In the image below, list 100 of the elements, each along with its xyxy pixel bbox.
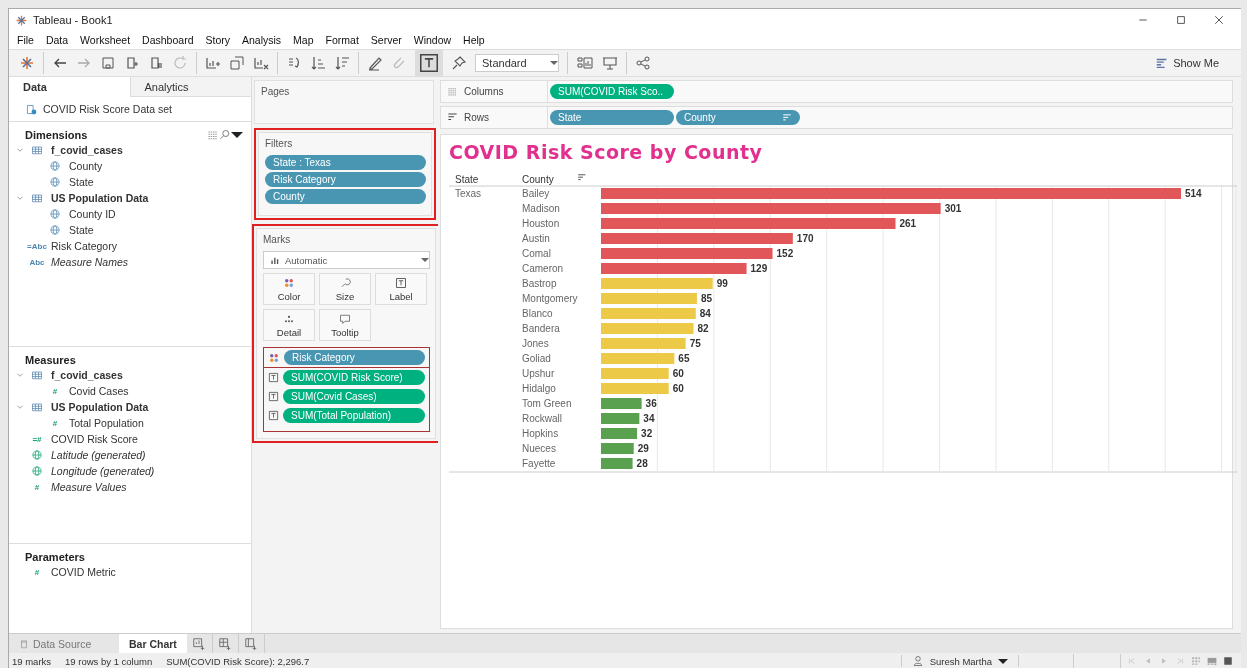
sort-ascending-icon[interactable]	[310, 55, 326, 71]
duplicate-sheet-icon[interactable]	[229, 55, 245, 71]
field-name[interactable]: Latitude (generated)	[51, 449, 146, 461]
list-view-icon[interactable]	[207, 129, 219, 141]
field-name[interactable]: Measure Names	[51, 256, 129, 268]
field-name[interactable]: State	[69, 176, 94, 188]
data-label: 29	[637, 443, 649, 454]
maximize-icon[interactable]	[1175, 14, 1187, 26]
caret-icon	[421, 258, 429, 262]
sort-icon[interactable]	[577, 174, 586, 181]
menu-item[interactable]: Analysis	[236, 34, 288, 46]
row-header: Nueces	[522, 443, 556, 454]
marks-button[interactable]: Tooltip	[319, 309, 371, 341]
table-name[interactable]: US Population Data	[51, 401, 149, 413]
row-header: Hopkins	[522, 428, 559, 439]
user-icon	[911, 655, 924, 667]
menu-item[interactable]: Server	[364, 34, 408, 46]
data-type-icon: Abc	[29, 257, 45, 267]
cards-icon[interactable]	[576, 55, 594, 71]
sheet-tab[interactable]: Bar Chart	[119, 634, 187, 653]
menu-item[interactable]: Window	[407, 34, 458, 46]
menu-item[interactable]: Map	[287, 34, 320, 46]
clear-sheet-icon[interactable]	[253, 55, 269, 71]
data-label: 514	[1185, 188, 1202, 199]
new-story-icon[interactable]	[244, 636, 259, 651]
field-name[interactable]: Covid Cases	[69, 385, 129, 397]
data-type-icon: #	[34, 567, 40, 577]
show-me-button[interactable]: Show Me	[1149, 55, 1225, 71]
share-icon[interactable]	[635, 55, 651, 71]
data-label: 36	[645, 398, 657, 409]
row-header: Houston	[522, 218, 560, 229]
table-name[interactable]: f_covid_cases	[51, 369, 123, 381]
save-icon[interactable]	[100, 55, 116, 71]
data-type-icon: #	[52, 386, 58, 396]
menu-item[interactable]: File	[11, 34, 40, 46]
table-name[interactable]: f_covid_cases	[51, 144, 123, 156]
sort-descending-icon[interactable]	[334, 55, 350, 71]
menu-item[interactable]: Data	[39, 34, 75, 46]
row-header: Comal	[522, 248, 551, 259]
pin-icon[interactable]	[451, 55, 467, 71]
pen-icon[interactable]	[367, 55, 383, 71]
field-name[interactable]: Measure Values	[51, 481, 127, 493]
card-title: Pages	[261, 86, 291, 97]
field-name[interactable]: State	[69, 224, 94, 236]
data-label: 60	[672, 368, 684, 379]
new-dashboard-icon[interactable]	[218, 636, 233, 651]
menu-item[interactable]: Dashboard	[136, 34, 200, 46]
caret-icon[interactable]	[231, 132, 243, 138]
new-data-source-icon[interactable]	[124, 55, 140, 71]
field-name[interactable]: Total Population	[69, 417, 144, 429]
show-labels-icon[interactable]	[415, 49, 443, 77]
data-label: 65	[678, 353, 690, 364]
mark-type-dropdown[interactable]: Automatic	[263, 251, 430, 269]
menu-item[interactable]: Help	[457, 34, 491, 46]
marks-button[interactable]: Detail	[263, 309, 315, 341]
new-worksheet-icon[interactable]	[205, 55, 221, 71]
data-source-icon	[25, 102, 38, 116]
field-name[interactable]: County	[69, 160, 103, 172]
field-name[interactable]: Risk Category	[51, 240, 117, 252]
grid-view-icon[interactable]	[1191, 656, 1201, 666]
fit-dropdown[interactable]: Standard	[475, 54, 559, 72]
presentation-icon[interactable]	[602, 55, 618, 71]
marks-button[interactable]: Color	[263, 273, 315, 305]
menu-item[interactable]: Format	[319, 34, 365, 46]
menu-item[interactable]: Worksheet	[74, 34, 137, 46]
status-text: SUM(COVID Risk Score): 2,296.7	[166, 655, 310, 667]
pause-updates-icon[interactable]	[148, 55, 164, 71]
start-page-icon[interactable]	[19, 55, 35, 71]
marks-button[interactable]: Label	[375, 273, 427, 305]
table-icon	[31, 401, 43, 413]
single-view-icon[interactable]	[1223, 656, 1233, 666]
data-label: 82	[697, 323, 709, 334]
user-menu[interactable]: Suresh Martha	[900, 655, 1019, 667]
field-name[interactable]: COVID Metric	[51, 566, 116, 578]
data-source-name[interactable]: COVID Risk Score Data set	[43, 103, 172, 115]
close-icon[interactable]	[1213, 14, 1225, 26]
table-name[interactable]: US Population Data	[51, 192, 149, 204]
color-dots-icon	[283, 276, 295, 289]
row-header: Fayette	[522, 458, 556, 469]
label-icon	[395, 276, 407, 289]
data-type-icon: =#	[32, 434, 42, 444]
marks-button[interactable]: Size	[319, 273, 371, 305]
new-worksheet-icon[interactable]	[192, 636, 207, 651]
row-header: Upshur	[522, 368, 555, 379]
filmstrip-view-icon[interactable]	[1207, 656, 1217, 666]
pane-tab[interactable]: Data	[9, 77, 131, 97]
menu-item[interactable]: Story	[199, 34, 236, 46]
field-name[interactable]: COVID Risk Score	[51, 433, 138, 445]
paperclip-icon[interactable]	[391, 55, 407, 71]
section-title: Parameters	[25, 551, 86, 563]
card-title: Marks	[263, 234, 292, 245]
card-title: Filters	[265, 138, 294, 149]
field-name[interactable]: Longitude (generated)	[51, 465, 155, 477]
data-label: 170	[796, 233, 814, 244]
data-label: 301	[944, 203, 962, 214]
label-icon	[268, 391, 279, 402]
row-header: Madison	[522, 203, 560, 214]
field-name[interactable]: County ID	[69, 208, 116, 220]
database-icon	[19, 638, 29, 649]
shelf-label: Columns	[464, 86, 504, 97]
